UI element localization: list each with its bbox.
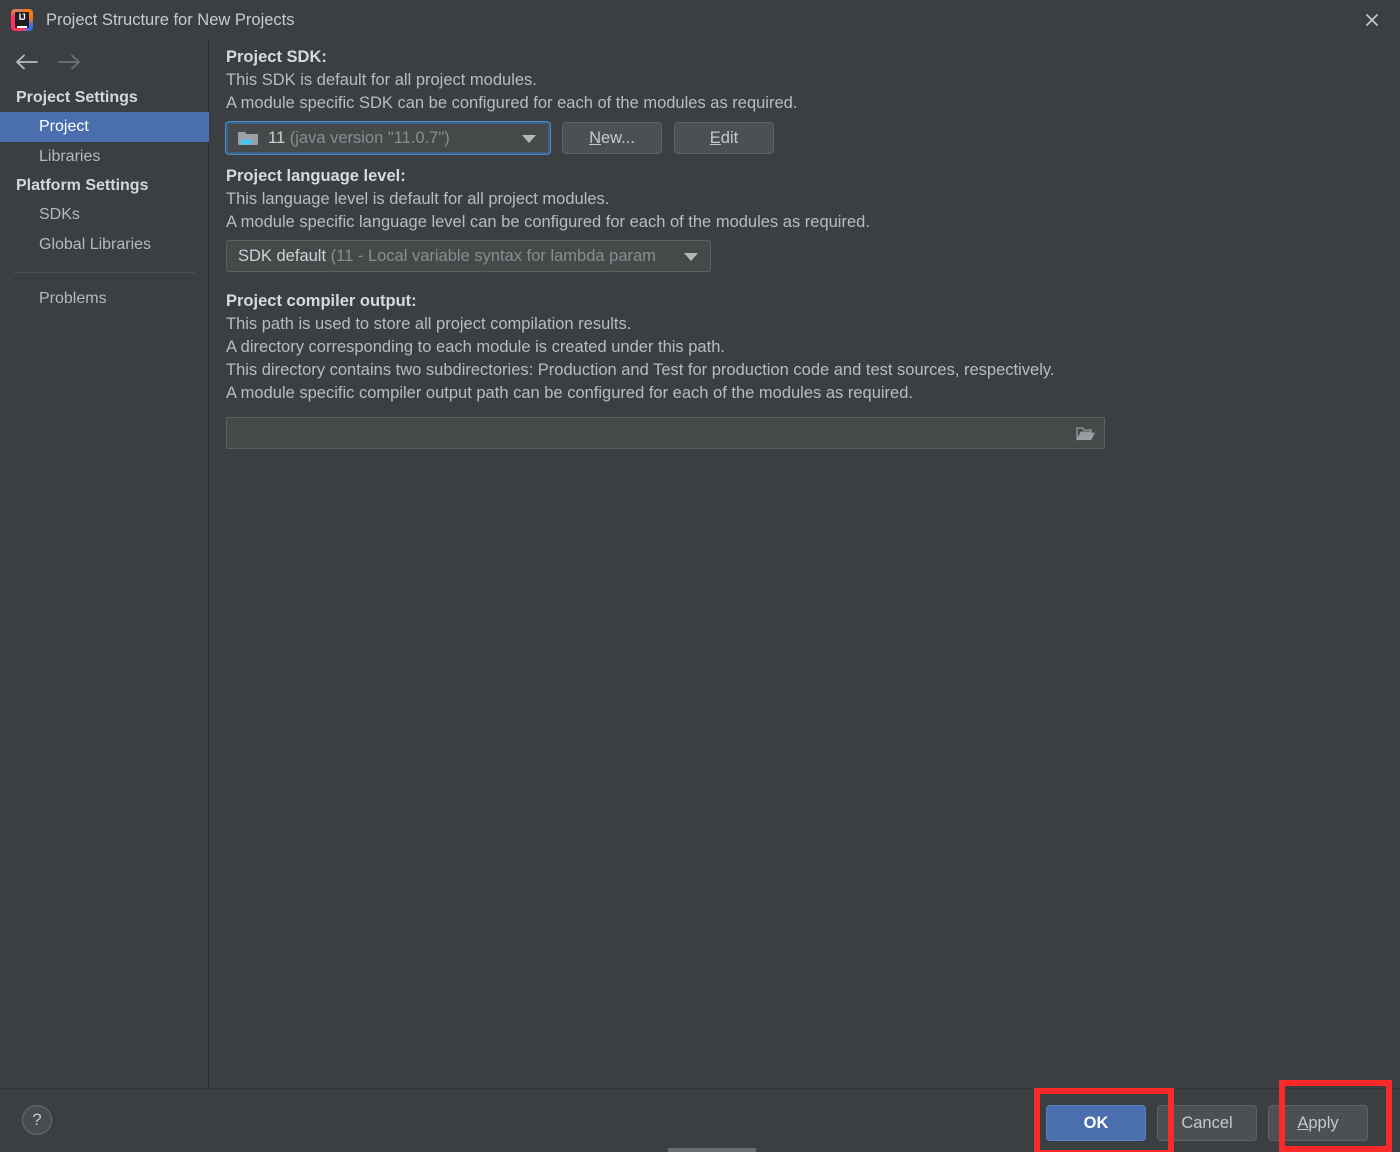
edit-button-mnemonic: E <box>709 128 721 147</box>
window-title: Project Structure for New Projects <box>46 10 295 29</box>
apply-button-rest: pply <box>1308 1113 1339 1132</box>
sidebar-nav-list: Project Settings Project Libraries Platf… <box>0 84 209 314</box>
project-compiler-output-desc-1: This path is used to store all project c… <box>226 315 632 333</box>
navigation-arrows <box>0 42 209 82</box>
project-compiler-output-desc-2: A directory corresponding to each module… <box>226 338 725 356</box>
project-compiler-output-desc-4: A module specific compiler output path c… <box>226 384 913 402</box>
intellij-idea-logo-icon: IJ <box>11 9 33 31</box>
question-mark-icon: ? <box>32 1110 42 1129</box>
project-sdk-title: Project SDK: <box>226 48 327 66</box>
compiler-output-input[interactable] <box>227 423 1104 443</box>
back-button[interactable] <box>4 45 48 79</box>
chevron-down-icon <box>684 253 698 261</box>
footer-button-group: OK Cancel Apply <box>1035 1105 1368 1141</box>
project-sdk-desc-2: A module specific SDK can be configured … <box>226 94 798 112</box>
project-structure-dialog: IJ Project Structure for New Projects Pr… <box>0 0 1400 1152</box>
project-sdk-value-secondary: (java version "11.0.7") <box>289 128 450 147</box>
project-sdk-combobox[interactable]: 11 (java version "11.0.7") <box>225 121 551 155</box>
cancel-button[interactable]: Cancel <box>1157 1105 1257 1141</box>
project-language-level-value: SDK default (11 - Local variable syntax … <box>238 247 656 266</box>
sidebar-item-sdks[interactable]: SDKs <box>0 200 209 230</box>
project-language-level-desc-2: A module specific language level can be … <box>226 213 870 231</box>
language-level-value-primary: SDK default <box>238 246 327 265</box>
folder-open-icon <box>1076 426 1095 441</box>
project-compiler-output-title: Project compiler output: <box>226 292 417 310</box>
project-compiler-output-desc-3: This directory contains two subdirectori… <box>226 361 1055 379</box>
project-sdk-row: 11 (java version "11.0.7") New... Edit <box>225 121 1400 155</box>
edit-sdk-button[interactable]: Edit <box>674 122 774 154</box>
new-sdk-button[interactable]: New... <box>562 122 662 154</box>
project-language-level-desc-1: This language level is default for all p… <box>226 190 610 208</box>
apply-button-mnemonic: A <box>1297 1113 1309 1132</box>
sidebar-item-project[interactable]: Project <box>0 112 209 142</box>
close-button[interactable] <box>1344 0 1400 40</box>
apply-button[interactable]: Apply <box>1268 1105 1368 1141</box>
dialog-footer: ? OK Cancel Apply <box>0 1088 1400 1152</box>
close-icon <box>1365 13 1379 27</box>
project-language-level-title: Project language level: <box>226 167 406 185</box>
project-language-level-combobox[interactable]: SDK default (11 - Local variable syntax … <box>226 240 711 272</box>
logo-underbar <box>17 26 27 28</box>
sidebar-divider <box>14 272 195 273</box>
ok-button[interactable]: OK <box>1046 1105 1146 1141</box>
project-sdk-value: 11 (java version "11.0.7") <box>268 129 450 148</box>
sidebar-item-global-libraries[interactable]: Global Libraries <box>0 230 209 260</box>
java-sdk-folder-icon <box>238 128 260 148</box>
chevron-down-icon <box>522 135 536 143</box>
settings-content-panel: Project SDK: This SDK is default for all… <box>210 40 1400 1088</box>
sidebar-group-project-settings: Project Settings <box>16 89 138 106</box>
sidebar-item-libraries[interactable]: Libraries <box>0 142 209 172</box>
arrow-left-icon <box>16 54 38 70</box>
new-button-rest: ew... <box>600 128 635 147</box>
bottom-scrollbar[interactable] <box>0 1147 1400 1152</box>
help-button[interactable]: ? <box>22 1105 52 1135</box>
project-sdk-desc-1: This SDK is default for all project modu… <box>226 71 537 89</box>
project-sdk-value-primary: 11 <box>268 128 286 147</box>
arrow-right-icon <box>58 54 80 70</box>
scrollbar-thumb[interactable] <box>668 1148 756 1152</box>
new-button-mnemonic: N <box>589 128 601 147</box>
project-compiler-output-field[interactable] <box>226 417 1105 449</box>
settings-sidebar: Project Settings Project Libraries Platf… <box>0 40 209 1088</box>
sidebar-group-platform-settings: Platform Settings <box>16 177 149 194</box>
language-level-value-secondary: (11 - Local variable syntax for lambda p… <box>330 246 656 265</box>
sidebar-item-problems[interactable]: Problems <box>0 284 209 314</box>
edit-button-rest: dit <box>720 128 739 147</box>
browse-folder-button[interactable] <box>1074 423 1098 443</box>
title-bar: IJ Project Structure for New Projects <box>0 0 1400 40</box>
forward-button[interactable] <box>48 45 92 79</box>
